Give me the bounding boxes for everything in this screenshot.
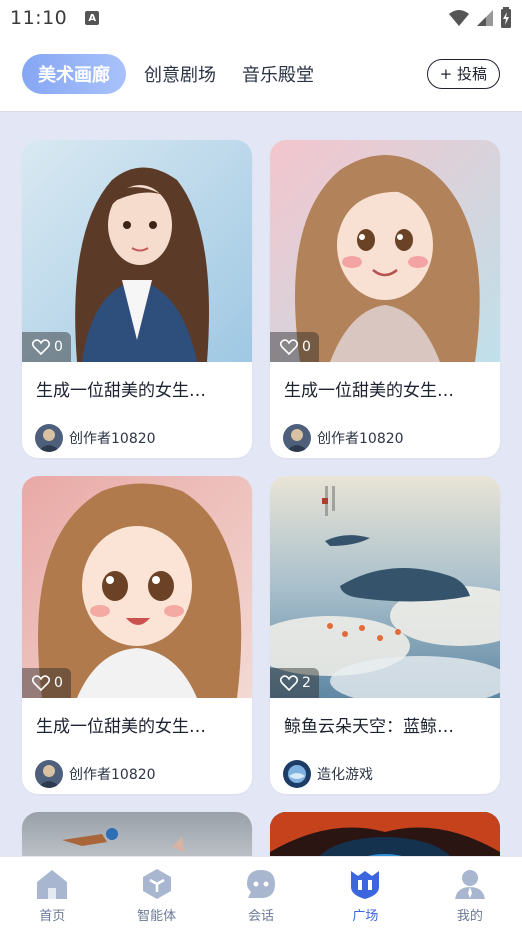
heart-icon <box>32 675 50 691</box>
like-badge[interactable]: 0 <box>22 668 71 698</box>
notification-icon: A <box>85 11 100 25</box>
artwork-image[interactable]: 0 <box>22 140 252 362</box>
nav-item-agent[interactable]: 智能体 <box>104 857 208 928</box>
like-badge[interactable]: 0 <box>22 332 71 362</box>
artwork-title: 生成一位甜美的女生… <box>36 717 206 737</box>
like-count: 0 <box>54 675 63 691</box>
nav-item-chat[interactable]: 会话 <box>209 857 313 928</box>
artwork-author[interactable]: 造化游戏 <box>270 742 500 794</box>
signal-icon <box>477 10 493 26</box>
avatar <box>35 760 63 788</box>
artwork-card[interactable] <box>22 812 252 856</box>
artwork-title: 鲸鱼云朵天空：蓝鲸… <box>284 717 454 737</box>
nav-label: 智能体 <box>137 909 177 924</box>
artwork-card[interactable]: 2 鲸鱼云朵天空：蓝鲸… 造化游戏 <box>270 476 500 794</box>
status-icons <box>448 7 512 29</box>
heart-icon <box>280 675 298 691</box>
nav-item-profile[interactable]: 我的 <box>418 857 522 928</box>
artwork-image[interactable]: 0 <box>270 140 500 362</box>
artwork-image[interactable]: 0 <box>22 476 252 698</box>
artwork-grid: 0 生成一位甜美的女生… 创作者10820 0 生成一位甜美的女生… 创作者10… <box>0 112 522 856</box>
heart-icon <box>32 339 50 355</box>
nav-label: 我的 <box>456 909 483 924</box>
artwork-card[interactable] <box>270 812 500 856</box>
author-name: 创作者10820 <box>69 767 156 783</box>
like-count: 0 <box>302 339 311 355</box>
agent-icon <box>142 869 171 899</box>
tab-creative-theater[interactable]: 创意剧场 <box>144 54 216 94</box>
battery-icon <box>501 7 511 28</box>
plaza-icon <box>351 871 380 899</box>
avatar <box>35 424 63 452</box>
nav-label: 首页 <box>39 909 66 924</box>
avatar <box>283 760 311 788</box>
status-bar: 11:10 A <box>0 0 522 36</box>
artwork-card[interactable]: 0 生成一位甜美的女生… 创作者10820 <box>270 140 500 458</box>
bottom-nav: 首页 智能体 会话 广场 我的 <box>0 856 522 928</box>
heart-icon <box>280 339 298 355</box>
nav-item-home[interactable]: 首页 <box>0 857 104 928</box>
nav-item-plaza[interactable]: 广场 <box>313 857 417 928</box>
tab-music-hall[interactable]: 音乐殿堂 <box>242 54 314 94</box>
home-icon <box>37 870 68 899</box>
chat-icon <box>247 870 276 898</box>
artwork-image[interactable] <box>22 812 252 856</box>
tab-art-gallery[interactable]: 美术画廊 <box>22 53 126 94</box>
artwork-author[interactable]: 创作者10820 <box>22 406 252 458</box>
artwork-image[interactable] <box>270 812 500 856</box>
wifi-icon <box>449 10 469 26</box>
author-name: 造化游戏 <box>317 767 373 783</box>
like-count: 0 <box>54 339 63 355</box>
like-count: 2 <box>302 675 311 691</box>
profile-icon <box>454 870 485 899</box>
category-tabs: 美术画廊 创意剧场 音乐殿堂 + 投稿 <box>0 36 522 112</box>
nav-label: 广场 <box>352 909 379 924</box>
author-name: 创作者10820 <box>317 431 404 447</box>
status-time: 11:10 <box>10 7 68 29</box>
artwork-author[interactable]: 创作者10820 <box>270 406 500 458</box>
artwork-image[interactable]: 2 <box>270 476 500 698</box>
artwork-author[interactable]: 创作者10820 <box>22 742 252 794</box>
submit-button[interactable]: + 投稿 <box>426 58 500 89</box>
author-name: 创作者10820 <box>69 431 156 447</box>
artwork-card[interactable]: 0 生成一位甜美的女生… 创作者10820 <box>22 476 252 794</box>
artwork-card[interactable]: 0 生成一位甜美的女生… 创作者10820 <box>22 140 252 458</box>
artwork-title: 生成一位甜美的女生… <box>284 381 454 401</box>
avatar <box>283 424 311 452</box>
artwork-title: 生成一位甜美的女生… <box>36 381 206 401</box>
like-badge[interactable]: 2 <box>270 668 319 698</box>
nav-label: 会话 <box>248 909 275 924</box>
like-badge[interactable]: 0 <box>270 332 319 362</box>
